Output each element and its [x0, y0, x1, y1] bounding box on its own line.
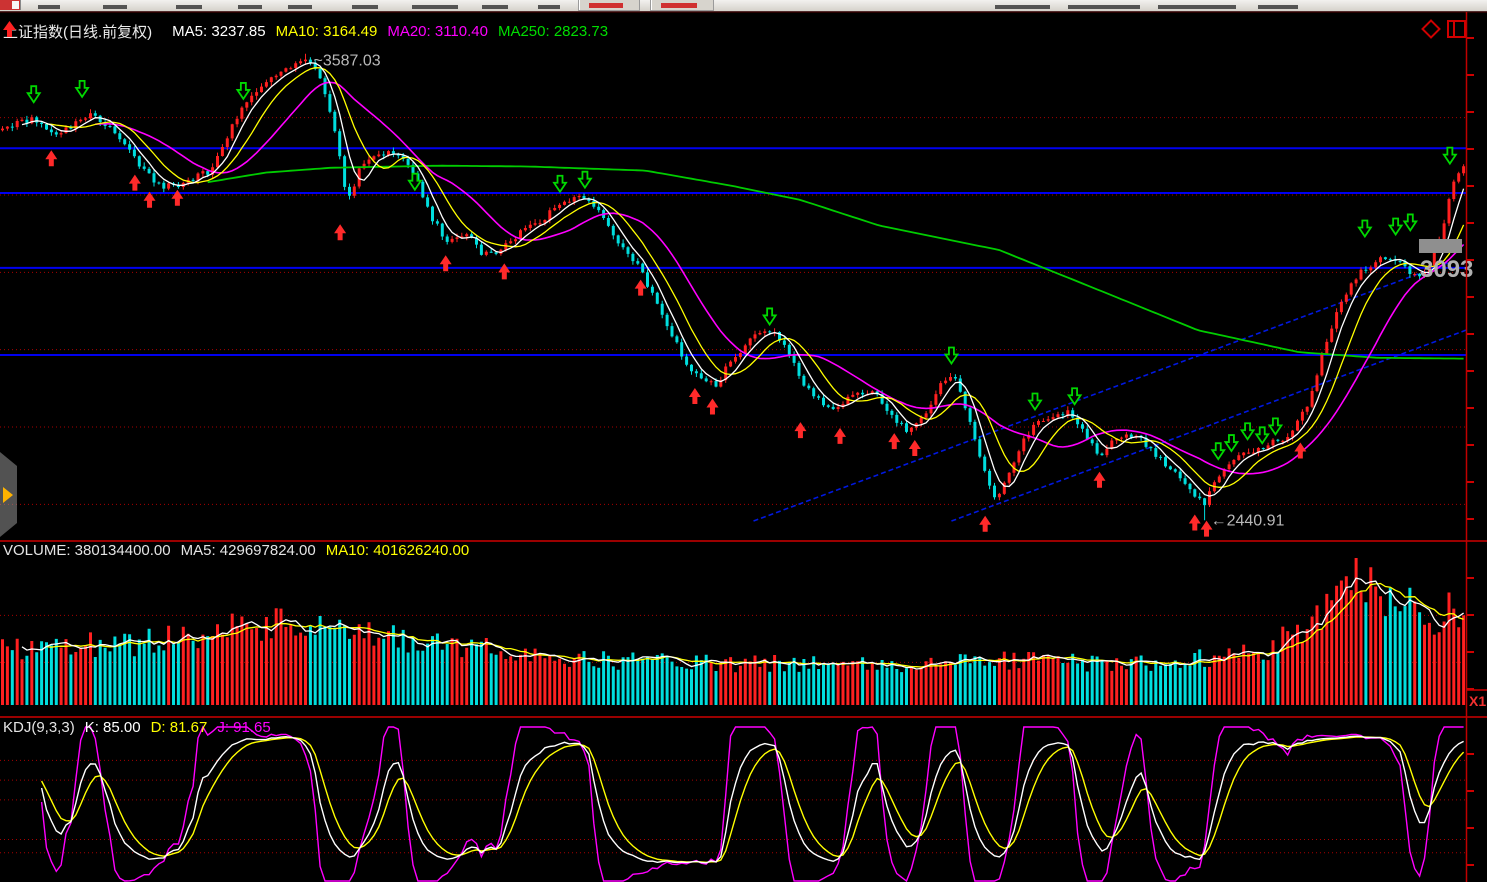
sell-arrow-icon	[1390, 218, 1402, 234]
buy-arrow-icon	[635, 280, 647, 296]
buy-arrow-icon	[334, 224, 346, 240]
sell-arrow-icon	[1225, 435, 1237, 451]
sell-arrow-icon	[1212, 443, 1224, 459]
sell-arrow-icon	[28, 86, 40, 102]
kdj-layer	[42, 727, 1464, 881]
sell-arrow-icon	[1069, 388, 1081, 404]
axis-layer	[0, 12, 1487, 882]
support-line-layer	[0, 148, 1466, 521]
trough-price-annotation: ←2440.91	[1211, 512, 1285, 529]
sell-arrow-icon	[554, 176, 566, 192]
buy-arrow-icon	[129, 175, 141, 191]
diamond-icon[interactable]	[1421, 19, 1441, 39]
buy-arrow-icon	[498, 263, 510, 279]
buy-arrow-icon	[706, 399, 718, 415]
sell-arrow-icon	[1359, 221, 1371, 237]
buy-arrow-icon	[834, 428, 846, 444]
buy-arrow-icon	[689, 388, 701, 404]
buy-arrow-icon	[794, 422, 806, 438]
peak-price-annotation: ~3587.03	[313, 53, 380, 70]
signal-arrow-layer	[28, 81, 1456, 537]
window-icon[interactable]	[1447, 20, 1466, 38]
buy-arrow-icon	[909, 440, 921, 456]
sell-arrow-icon	[76, 81, 88, 97]
price-label-box	[1419, 239, 1462, 253]
sell-arrow-icon	[1256, 427, 1268, 443]
gridline-layer	[0, 118, 1466, 853]
buy-arrow-icon	[144, 192, 156, 208]
buy-arrow-icon	[979, 516, 991, 532]
sell-arrow-icon	[1269, 418, 1281, 434]
buy-arrow-icon	[45, 150, 57, 166]
horizontal-zoom-badge: X1	[1469, 693, 1486, 709]
right-price-label: 3093	[1420, 256, 1473, 283]
stock-terminal-window: ~3587.03←2440.913093 上证指数(日线.前复权) MA5: 3…	[0, 0, 1487, 882]
chart-canvas[interactable]: ~3587.03 ←2440.91 3093	[0, 0, 1487, 882]
buy-arrow-icon	[888, 433, 900, 449]
sell-arrow-icon	[237, 83, 249, 99]
sell-arrow-icon	[1404, 214, 1416, 230]
buy-arrow-icon	[1189, 515, 1201, 531]
expand-arrow-icon	[3, 487, 13, 503]
candlestick-layer	[3, 54, 1464, 521]
sell-arrow-icon	[1029, 394, 1041, 410]
chart-corner-widgets	[1424, 20, 1466, 38]
buy-arrow-icon	[1094, 472, 1106, 488]
side-panel-handle[interactable]	[0, 452, 17, 537]
sell-arrow-icon	[945, 348, 957, 364]
sell-arrow-icon	[1242, 423, 1254, 439]
sell-arrow-icon	[1444, 148, 1456, 164]
sell-arrow-icon	[764, 308, 776, 324]
sell-arrow-icon	[579, 172, 591, 188]
volume-layer	[3, 558, 1464, 705]
